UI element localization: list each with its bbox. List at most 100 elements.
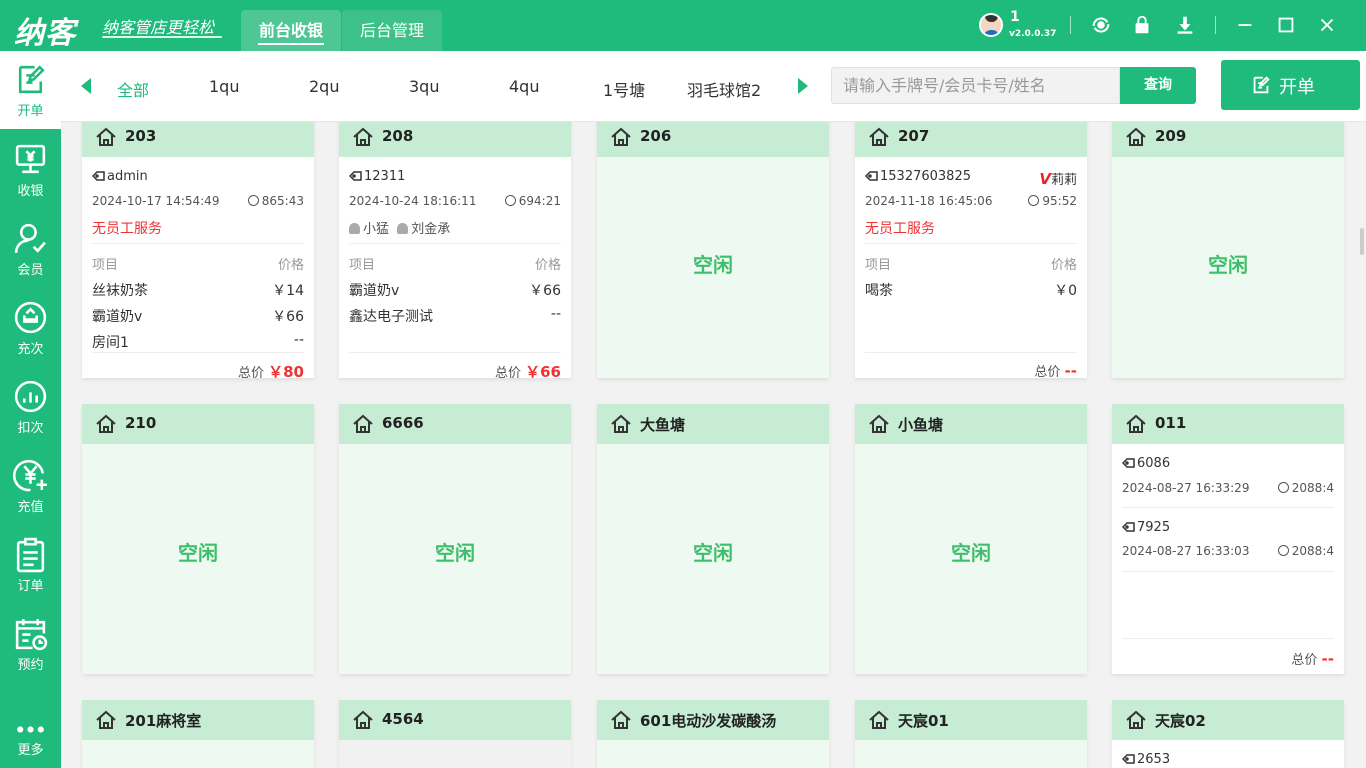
sidebar-item-member[interactable]: 会员 <box>0 210 61 288</box>
house-icon <box>96 127 116 146</box>
maximize-icon[interactable] <box>1275 14 1297 36</box>
house-icon <box>96 414 116 433</box>
recharge-yuan-icon <box>12 457 49 494</box>
category-tab[interactable]: 4qu <box>509 77 539 96</box>
member-name: V莉莉 <box>1039 170 1077 188</box>
sidebar-item-cashier[interactable]: 收银 <box>0 131 61 209</box>
room-name: 天宸02 <box>1155 712 1206 730</box>
title-bar: 纳客 纳客管店更轻松 前台收银 后台管理 1 v2.0.0.37 <box>0 0 1366 51</box>
house-icon <box>869 414 889 433</box>
search-button[interactable]: 查询 <box>1120 67 1196 104</box>
user-name[interactable]: 1 <box>1010 9 1020 25</box>
duration: 95:52 <box>1028 194 1077 208</box>
room-card[interactable]: 4564 <box>339 700 571 768</box>
support-icon[interactable] <box>1090 14 1112 36</box>
house-icon <box>611 710 631 729</box>
total-price: 总价 -- <box>1034 362 1077 380</box>
tag-icon <box>92 171 105 181</box>
category-prev-arrow-icon[interactable] <box>81 78 91 94</box>
member-icon <box>12 220 49 257</box>
app-logo: 纳客 <box>14 16 76 51</box>
room-card[interactable]: 6666 空闲 <box>339 404 571 674</box>
app-slogan: 纳客管店更轻松 <box>102 18 215 37</box>
sidebar-item-orders[interactable]: 订单 <box>0 526 61 604</box>
reservation-calendar-icon <box>12 615 49 652</box>
total-price: 总价 ￥66 <box>494 363 561 381</box>
sidebar-item-deduct-count[interactable]: 扣次 <box>0 368 61 446</box>
tag-icon <box>1122 522 1135 532</box>
room-card[interactable]: 207 15327603825 V莉莉 2024-11-18 16:45:06 … <box>855 122 1087 380</box>
item-row: 丝袜奶茶 ￥14 <box>92 283 304 299</box>
room-name: 4564 <box>382 710 424 728</box>
duration: 865:43 <box>247 194 304 208</box>
house-icon <box>1126 414 1146 433</box>
tag-icon <box>865 171 878 181</box>
room-name: 天宸01 <box>898 712 949 730</box>
minimize-icon[interactable] <box>1234 14 1256 36</box>
tab-front-cashier[interactable]: 前台收银 <box>241 10 341 51</box>
duration: 694:21 <box>504 194 561 208</box>
category-tab[interactable]: 羽毛球馆2 <box>687 77 761 101</box>
category-tab[interactable]: 1qu <box>209 77 239 96</box>
room-card[interactable]: 天宸02 2653 <box>1112 700 1344 768</box>
room-name: 大鱼塘 <box>640 416 686 434</box>
room-name: 小鱼塘 <box>898 416 944 434</box>
clock-icon <box>1277 482 1289 493</box>
scrollbar-thumb[interactable] <box>1360 228 1364 255</box>
sidebar-item-recharge-count[interactable]: 充次 <box>0 289 61 367</box>
tab-back-office[interactable]: 后台管理 <box>342 10 442 51</box>
title-divider <box>1215 16 1216 34</box>
edit-order-icon <box>1253 76 1270 94</box>
room-card[interactable]: 209 空闲 <box>1112 122 1344 378</box>
room-card[interactable]: 208 12311 2024-10-24 18:16:11 694:21 小猛 … <box>339 122 571 381</box>
more-dots-icon <box>12 711 49 733</box>
user-avatar[interactable] <box>979 13 1003 37</box>
member-card: 6086 <box>1122 456 1334 471</box>
room-card[interactable]: 小鱼塘 空闲 <box>855 404 1087 674</box>
room-grid: 203 admin 2024-10-17 14:54:49 865:43 无员工… <box>61 122 1366 768</box>
sidebar-item-open-order[interactable]: 开单 <box>0 51 61 129</box>
open-order-button[interactable]: 开单 <box>1221 60 1360 110</box>
close-icon[interactable] <box>1316 14 1338 36</box>
house-icon <box>353 127 373 146</box>
item-row: 房间1 -- <box>92 332 304 351</box>
clock-icon <box>1277 545 1289 556</box>
room-card[interactable]: 天宸01 <box>855 700 1087 768</box>
room-card[interactable]: 601电动沙发碳酸汤 <box>597 700 829 768</box>
house-icon <box>96 710 116 729</box>
house-icon <box>869 127 889 146</box>
room-card[interactable]: 011 6086 2024-08-27 16:33:29 2088:4 7925… <box>1112 404 1344 674</box>
total-price: 总价 -- <box>1291 650 1334 668</box>
room-name: 203 <box>125 127 157 145</box>
items-header: 项目 价格 <box>865 258 1077 273</box>
sidebar-item-reservation[interactable]: 预约 <box>0 605 61 683</box>
category-tab[interactable]: 1号塘 <box>603 77 645 101</box>
search-input[interactable] <box>831 67 1120 104</box>
category-tab[interactable]: 2qu <box>309 77 339 96</box>
cashier-monitor-icon <box>12 141 49 178</box>
category-next-arrow-icon[interactable] <box>798 78 808 94</box>
room-name: 011 <box>1155 414 1187 432</box>
house-icon <box>1126 710 1146 729</box>
lock-icon[interactable] <box>1131 14 1153 36</box>
room-card[interactable]: 206 空闲 <box>597 122 829 378</box>
item-row: 鑫达电子测试 -- <box>349 306 561 325</box>
category-tab[interactable]: 3qu <box>409 77 439 96</box>
sidebar-item-recharge[interactable]: 充值 <box>0 447 61 525</box>
total-price: 总价 ￥80 <box>237 363 304 381</box>
download-icon[interactable] <box>1174 14 1196 36</box>
category-tab-all[interactable]: 全部 <box>117 77 149 101</box>
house-icon <box>353 710 373 729</box>
sidebar-item-more[interactable]: 更多 <box>0 705 61 768</box>
room-card[interactable]: 203 admin 2024-10-17 14:54:49 865:43 无员工… <box>82 122 314 381</box>
edit-order-icon <box>12 61 49 98</box>
room-card[interactable]: 210 空闲 <box>82 404 314 674</box>
house-icon <box>611 414 631 433</box>
room-card[interactable]: 201麻将室 <box>82 700 314 768</box>
item-row: 霸道奶v ￥66 <box>349 283 561 299</box>
room-card[interactable]: 大鱼塘 空闲 <box>597 404 829 674</box>
idle-label: 空闲 <box>693 253 733 277</box>
items-header: 项目 价格 <box>92 258 304 273</box>
title-divider <box>1070 16 1071 34</box>
house-icon <box>869 710 889 729</box>
